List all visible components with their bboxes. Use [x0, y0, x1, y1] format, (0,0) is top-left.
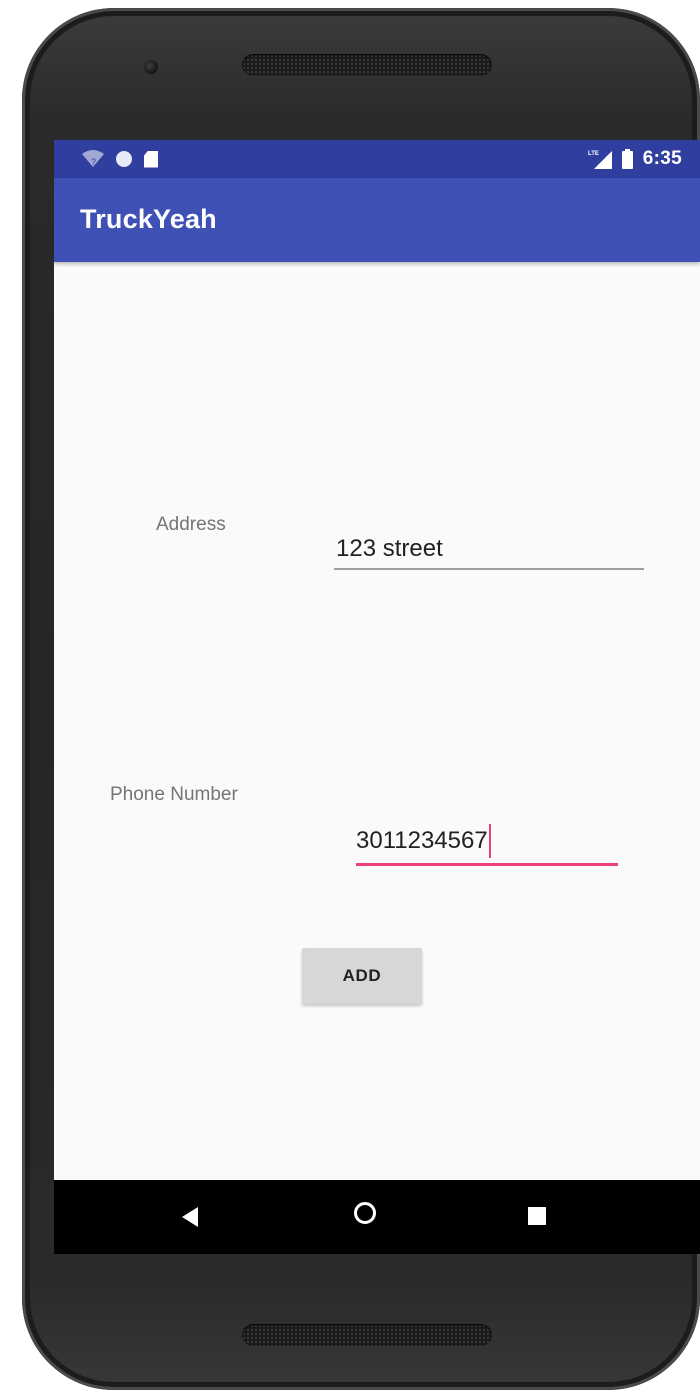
lte-signal-icon: LTE [587, 149, 612, 169]
phone-number-label: Phone Number [110, 784, 238, 805]
status-bar: ? LTE 6:35 [54, 140, 700, 178]
sd-card-icon [144, 150, 158, 168]
home-icon[interactable] [354, 1202, 376, 1224]
address-input[interactable]: 123 street [334, 532, 644, 570]
phone-number-input-value: 3011234567 [356, 827, 488, 854]
svg-text:LTE: LTE [588, 151, 599, 157]
svg-text:?: ? [91, 157, 96, 167]
phone-number-input[interactable]: 3011234567 [356, 824, 618, 866]
front-camera [144, 60, 158, 74]
app-bar: TruckYeah [54, 178, 700, 262]
app-title: TruckYeah [80, 204, 217, 234]
status-system-icons: LTE 6:35 [587, 146, 682, 172]
wifi-icon: ? [82, 150, 104, 168]
notification-dot-icon [116, 151, 132, 167]
status-clock: 6:35 [642, 148, 682, 169]
address-label: Address [156, 514, 226, 535]
back-icon[interactable] [182, 1207, 198, 1227]
add-button[interactable]: ADD [302, 948, 422, 1004]
recents-icon[interactable] [528, 1207, 546, 1225]
earpiece-speaker [242, 54, 492, 76]
app-screen: ? LTE 6:35 TruckYeah Address 123 street … [54, 140, 700, 1254]
address-input-value: 123 street [336, 535, 443, 562]
battery-icon [621, 149, 633, 169]
bottom-speaker [242, 1324, 492, 1346]
navigation-bar [54, 1180, 700, 1254]
status-notification-icons: ? [82, 148, 158, 170]
text-cursor [488, 824, 491, 858]
